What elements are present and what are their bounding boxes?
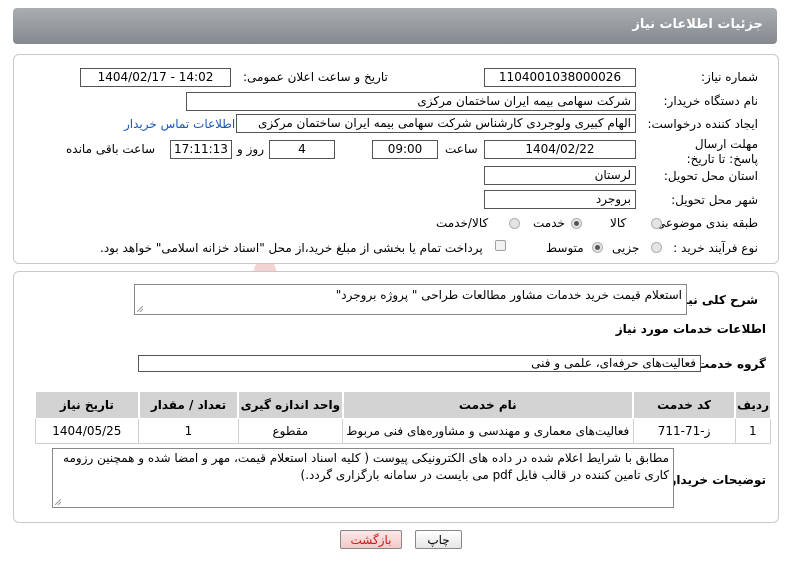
back-button[interactable]: بازگشت <box>340 530 402 549</box>
process-option-medium: متوسط <box>546 241 584 255</box>
province-field: لرستان <box>484 166 636 185</box>
cell-unit: مقطوع <box>237 418 344 444</box>
resize-handle-icon[interactable] <box>137 306 143 312</box>
buyer-org-label: نام دستگاه خریدار: <box>663 94 759 108</box>
province-label: استان محل تحویل: <box>663 169 758 183</box>
city-label: شهر محل تحویل: <box>671 193 758 207</box>
category-option-service: خدمت <box>533 216 565 230</box>
services-section-title: اطلاعات خدمات مورد نیاز <box>615 322 766 336</box>
days-label: روز و <box>237 142 264 156</box>
deadline-time-field: 09:00 <box>372 140 438 159</box>
days-remaining-field: 4 <box>269 140 335 159</box>
process-radio-medium[interactable] <box>592 242 603 253</box>
col-service-name: نام خدمت <box>341 391 634 419</box>
service-group-label: گروه خدمت: <box>692 357 766 371</box>
announce-date-label: تاریخ و ساعت اعلان عمومی: <box>243 70 388 84</box>
col-unit: واحد اندازه گیری <box>237 391 344 419</box>
resize-handle-icon[interactable] <box>55 499 61 505</box>
buyer-notes-label: توضیحات خریدار: <box>664 473 766 487</box>
cell-quantity: 1 <box>138 418 239 444</box>
remaining-time-label: ساعت باقی مانده <box>66 142 156 156</box>
category-radio-goods-service[interactable] <box>509 218 520 229</box>
col-need-date: تاریخ نیاز <box>34 391 140 419</box>
col-row-number: ردیف <box>734 391 772 419</box>
page-header: جزئیات اطلاعات نیاز <box>13 8 777 44</box>
deadline-time-label: ساعت <box>445 142 478 156</box>
category-option-goods-service: کالا/خدمت <box>436 216 489 230</box>
city-field: بروجرد <box>484 190 636 209</box>
buyer-notes-text: مطابق با شرایط اعلام شده در داده های الک… <box>63 451 669 482</box>
page-title: جزئیات اطلاعات نیاز <box>632 17 763 32</box>
cell-need-date: 1404/05/25 <box>34 418 140 444</box>
deadline-label: مهلت ارسال پاسخ: تا تاریخ: <box>686 137 758 166</box>
announce-date-value: 1404/02/17 - 14:02 <box>97 70 214 84</box>
print-button[interactable]: چاپ <box>415 530 462 549</box>
deadline-date-field: 1404/02/22 <box>484 140 636 159</box>
services-table-header: ردیف کد خدمت نام خدمت واحد اندازه گیری ت… <box>34 391 772 419</box>
treasury-payment-checkbox[interactable] <box>495 240 506 251</box>
category-option-goods: کالا <box>610 216 627 230</box>
process-option-minor: جزیی <box>612 241 640 255</box>
cell-service-code: ز-71-711 <box>632 418 736 444</box>
treasury-payment-note: پرداخت تمام یا بخشی از مبلغ خرید،از محل … <box>100 241 483 255</box>
cell-row-number: 1 <box>734 418 772 444</box>
deadline-date-value: 1404/02/22 <box>525 142 595 156</box>
creator-label: ایجاد کننده درخواست: <box>647 117 758 131</box>
announce-date-field: 1404/02/17 - 14:02 <box>80 68 231 87</box>
service-group-field: فعالیت‌های حرفه‌ای، علمی و فنی <box>138 355 701 372</box>
table-row: 1 ز-71-711 فعالیت‌های معماری و مهندسی و … <box>34 418 772 444</box>
category-radio-goods[interactable] <box>651 218 662 229</box>
col-quantity: تعداد / مقدار <box>137 391 239 419</box>
description-text: استعلام قیمت خرید خدمات مشاور مطالعات طر… <box>335 288 682 302</box>
need-number-field: 1104001038000026 <box>484 68 636 87</box>
buyer-notes-field[interactable]: مطابق با شرایط اعلام شده در داده های الک… <box>52 448 674 508</box>
category-radio-service[interactable] <box>571 218 582 229</box>
creator-field: الهام کبیری ولوجردی کارشناس شرکت سهامی ب… <box>236 114 636 133</box>
cell-service-name: فعالیت‌های معماری و مهندسی و مشاوره‌های … <box>342 418 634 444</box>
remaining-time-field: 17:11:13 <box>170 140 232 159</box>
col-service-code: کد خدمت <box>632 391 736 419</box>
category-label: طبقه بندی موضوعی: <box>651 216 758 230</box>
process-label: نوع فرآیند خرید : <box>673 241 758 255</box>
process-radio-minor[interactable] <box>651 242 662 253</box>
buyer-org-field: شرکت سهامی بیمه ایران ساختمان مرکزی <box>186 92 636 111</box>
services-table: ردیف کد خدمت نام خدمت واحد اندازه گیری ت… <box>34 391 772 444</box>
need-number-label: شماره نیاز: <box>701 70 758 84</box>
description-field[interactable]: استعلام قیمت خرید خدمات مشاور مطالعات طر… <box>134 284 687 315</box>
buyer-contact-link[interactable]: اطلاعات تماس خریدار <box>124 117 235 131</box>
